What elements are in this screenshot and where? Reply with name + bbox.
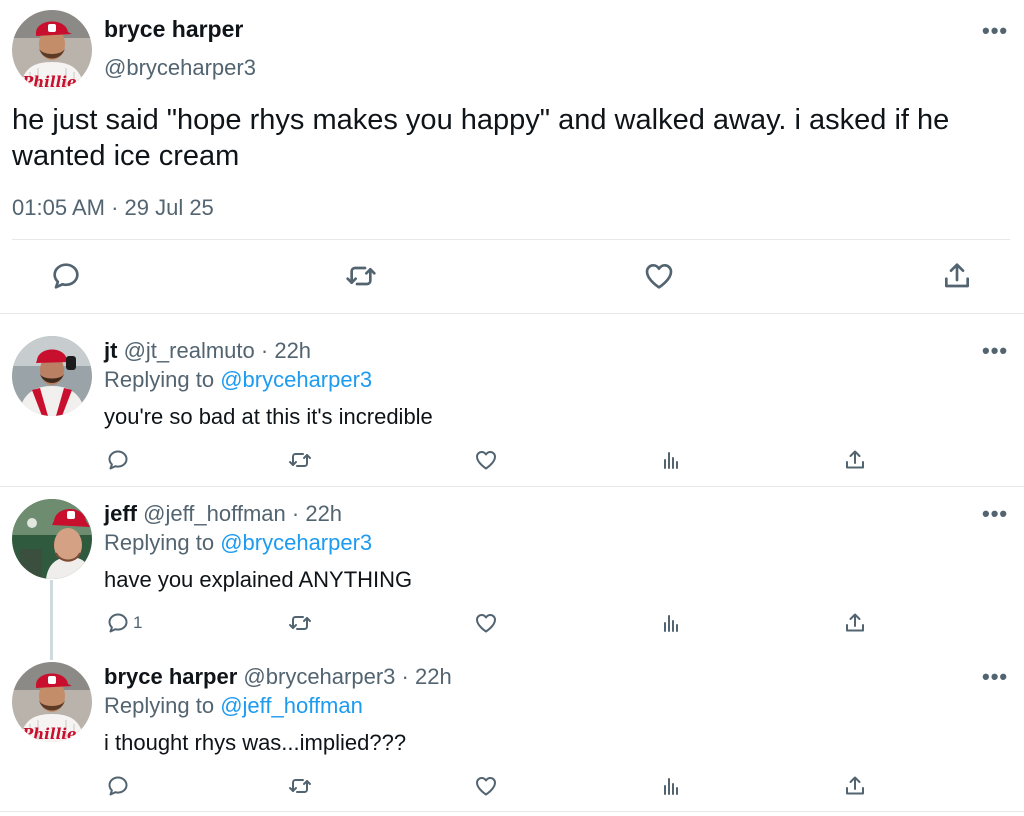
reply-tweet[interactable]: jeff @jeff_hoffman · 22h Replying to @br… — [0, 487, 1024, 650]
author-name[interactable]: jt — [104, 338, 117, 363]
more-options-icon[interactable]: ••• — [982, 664, 1008, 690]
separator: · — [260, 338, 269, 363]
reply-header: jeff @jeff_hoffman · 22h — [104, 501, 342, 527]
author-handle[interactable]: @bryceharper3 — [104, 55, 256, 81]
reply-tweet[interactable]: bryce harper @bryceharper3 · 22h Replyin… — [0, 650, 1024, 812]
analytics-icon[interactable] — [659, 774, 683, 798]
replying-to: Replying to @bryceharper3 — [104, 530, 372, 556]
author-handle[interactable]: @bryceharper3 — [243, 664, 395, 689]
separator: · — [291, 501, 300, 526]
retweet-icon[interactable] — [288, 774, 312, 798]
reply-text: i thought rhys was...implied??? — [104, 730, 407, 755]
heart-icon[interactable] — [474, 611, 498, 635]
mention-link[interactable]: @bryceharper3 — [220, 367, 372, 392]
more-options-icon[interactable]: ••• — [982, 501, 1008, 527]
avatar[interactable] — [12, 336, 92, 416]
author-name[interactable]: bryce harper — [104, 16, 243, 43]
retweet-icon[interactable] — [345, 260, 377, 292]
reply-time[interactable]: 22h — [305, 501, 342, 526]
author-handle[interactable]: @jt_realmuto — [124, 338, 255, 363]
reply-icon[interactable] — [106, 448, 130, 472]
tweet-timestamp[interactable]: 01:05 AM · 29 Jul 25 — [12, 195, 214, 221]
reply-icon[interactable]: 1 — [106, 611, 142, 635]
reply-text: have you explained ANYTHING — [104, 567, 413, 592]
reply-header: jt @jt_realmuto · 22h — [104, 338, 311, 364]
share-icon[interactable] — [843, 611, 867, 635]
heart-icon[interactable] — [643, 260, 675, 292]
replying-label: Replying to — [104, 367, 215, 392]
reply-tweet[interactable]: jt @jt_realmuto · 22h Replying to @bryce… — [0, 314, 1024, 487]
avatar[interactable] — [12, 499, 92, 579]
reply-time[interactable]: 22h — [274, 338, 311, 363]
share-icon[interactable] — [941, 260, 973, 292]
retweet-icon[interactable] — [288, 611, 312, 635]
replying-to: Replying to @jeff_hoffman — [104, 693, 363, 719]
replying-label: Replying to — [104, 693, 215, 718]
heart-icon[interactable] — [474, 448, 498, 472]
author-name[interactable]: jeff — [104, 501, 137, 526]
reply-header: bryce harper @bryceharper3 · 22h — [104, 664, 452, 690]
reply-icon[interactable] — [106, 774, 130, 798]
thread-connector-line — [50, 580, 53, 660]
reply-count: 1 — [133, 613, 143, 632]
separator: · — [401, 664, 409, 689]
retweet-icon[interactable] — [288, 448, 312, 472]
share-icon[interactable] — [843, 448, 867, 472]
reply-icon[interactable] — [50, 260, 82, 292]
author-name[interactable]: bryce harper — [104, 664, 237, 689]
reply-time[interactable]: 22h — [415, 664, 452, 689]
share-icon[interactable] — [843, 774, 867, 798]
replying-to: Replying to @bryceharper3 — [104, 367, 372, 393]
reply-text: you're so bad at this it's incredible — [104, 404, 433, 429]
avatar[interactable] — [12, 662, 92, 742]
mention-link[interactable]: @bryceharper3 — [220, 530, 372, 555]
more-options-icon[interactable]: ••• — [982, 18, 1008, 44]
heart-icon[interactable] — [474, 774, 498, 798]
avatar[interactable] — [12, 10, 92, 90]
mention-link[interactable]: @jeff_hoffman — [220, 693, 363, 718]
divider — [12, 239, 1010, 240]
more-options-icon[interactable]: ••• — [982, 338, 1008, 364]
main-tweet: bryce harper @bryceharper3 ••• he just s… — [0, 0, 1024, 314]
tweet-text: he just said "hope rhys makes you happy"… — [12, 104, 950, 172]
analytics-icon[interactable] — [659, 448, 683, 472]
replying-label: Replying to — [104, 530, 215, 555]
author-handle[interactable]: @jeff_hoffman — [143, 501, 286, 526]
analytics-icon[interactable] — [659, 611, 683, 635]
